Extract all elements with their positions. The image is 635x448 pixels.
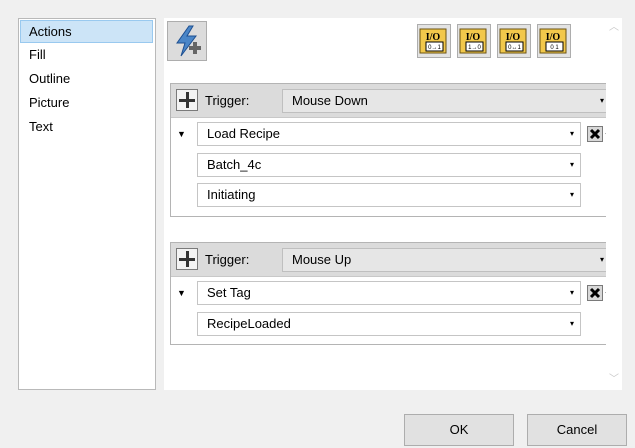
trigger-event-select[interactable]: Mouse Up ▾ (282, 248, 611, 272)
action-param-1-value: RecipeLoaded (207, 316, 291, 331)
action-param-1-value: Batch_4c (207, 157, 262, 172)
category-fill[interactable]: Fill (20, 44, 153, 67)
vertical-scrollbar[interactable]: ︿ ﹀ (606, 18, 622, 390)
trigger-header: Trigger: Mouse Up ▾ (171, 243, 611, 277)
lightning-plus-icon (176, 25, 201, 57)
chevron-down-icon: ▾ (569, 160, 574, 169)
trigger-group-2: Trigger: Mouse Up ▾ ▼ Set Tag ▾ ◁ Recipe… (170, 242, 612, 345)
action-param-2-select[interactable]: Initiating ▾ (197, 183, 581, 207)
trigger-group-1: Trigger: Mouse Down ▾ ▼ Load Recipe ▾ ◁ … (170, 83, 612, 217)
category-text[interactable]: Text (20, 116, 153, 139)
svg-text:0↔1: 0↔1 (508, 45, 521, 51)
chevron-down-icon: ▾ (599, 255, 604, 264)
io-0-1-icon: I/O 0→1 (419, 28, 447, 54)
scroll-up-icon[interactable]: ︿ (606, 20, 622, 36)
action-type-value: Set Tag (207, 285, 251, 300)
add-trigger-button[interactable] (176, 89, 198, 111)
plus-icon (179, 92, 195, 108)
trigger-event-value: Mouse Up (292, 252, 352, 267)
chevron-down-icon: ▾ (569, 319, 574, 328)
trigger-event-value: Mouse Down (292, 93, 368, 108)
io-toggle-button[interactable]: I/O 0 1 (537, 24, 571, 58)
io-set-off-button[interactable]: I/O 1→0 (457, 24, 491, 58)
cancel-button[interactable]: Cancel (527, 414, 627, 446)
category-outline[interactable]: Outline (20, 68, 153, 91)
close-icon (589, 128, 601, 140)
collapse-arrow-icon[interactable]: ▼ (177, 288, 186, 298)
svg-text:0→1: 0→1 (428, 45, 441, 51)
property-category-list[interactable]: Actions Fill Outline Picture Text (18, 18, 156, 390)
action-type-select[interactable]: Set Tag ▾ (197, 281, 581, 305)
collapse-arrow-icon[interactable]: ▼ (177, 129, 186, 139)
trigger-label: Trigger: (205, 252, 250, 267)
io-pulse-button[interactable]: I/O 0↔1 (497, 24, 531, 58)
action-param-1-select[interactable]: RecipeLoaded ▾ (197, 312, 581, 336)
ok-button[interactable]: OK (404, 414, 514, 446)
close-icon (589, 287, 601, 299)
trigger-header: Trigger: Mouse Down ▾ (171, 84, 611, 118)
action-type-value: Load Recipe (207, 126, 280, 141)
io-set-on-button[interactable]: I/O 0→1 (417, 24, 451, 58)
io-0-1-0-icon: I/O 0↔1 (499, 28, 527, 54)
add-trigger-button[interactable] (176, 248, 198, 270)
svg-text:I/O: I/O (546, 32, 561, 43)
io-0-1-toggle-icon: I/O 0 1 (539, 28, 567, 54)
svg-text:I/O: I/O (426, 32, 441, 43)
io-1-0-icon: I/O 1→0 (459, 28, 487, 54)
trigger-label: Trigger: (205, 93, 250, 108)
svg-text:0 1: 0 1 (550, 45, 559, 51)
action-type-select[interactable]: Load Recipe ▾ (197, 122, 581, 146)
category-actions[interactable]: Actions (20, 20, 153, 43)
category-picture[interactable]: Picture (20, 92, 153, 115)
add-action-button[interactable] (167, 21, 207, 61)
scroll-down-icon[interactable]: ﹀ (606, 372, 622, 388)
action-param-2-value: Initiating (207, 187, 256, 202)
delete-action-button[interactable] (587, 126, 603, 142)
delete-action-button[interactable] (587, 285, 603, 301)
chevron-down-icon: ▾ (599, 96, 604, 105)
svg-text:I/O: I/O (506, 32, 521, 43)
svg-text:1→0: 1→0 (468, 45, 481, 51)
chevron-down-icon: ▾ (569, 288, 574, 297)
svg-text:I/O: I/O (466, 32, 481, 43)
chevron-down-icon: ▾ (569, 190, 574, 199)
chevron-down-icon: ▾ (569, 129, 574, 138)
plus-icon (179, 251, 195, 267)
action-param-1-select[interactable]: Batch_4c ▾ (197, 153, 581, 177)
trigger-event-select[interactable]: Mouse Down ▾ (282, 89, 611, 113)
actions-panel: I/O 0→1 I/O 1→0 I/O 0↔1 I/O 0 1 Trigger:… (164, 18, 622, 390)
